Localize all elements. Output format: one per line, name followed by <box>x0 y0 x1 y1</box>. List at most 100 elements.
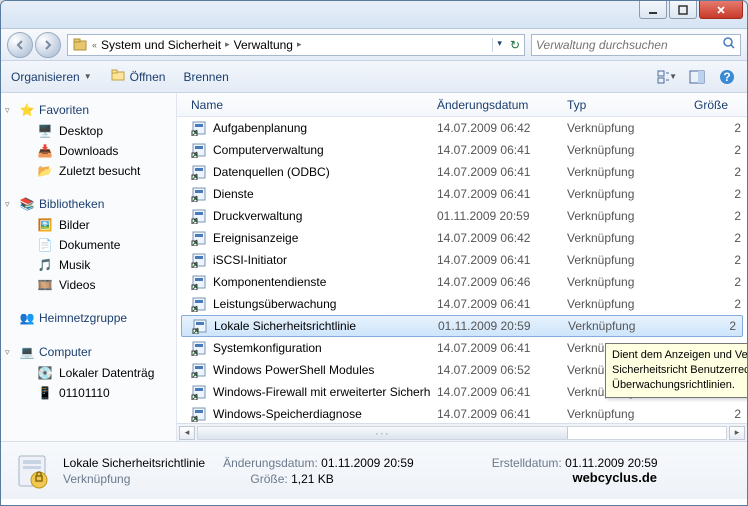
sidebar-computer[interactable]: ▿💻Computer <box>1 341 176 363</box>
shortcut-icon <box>191 120 207 136</box>
tooltip: Dient dem Anzeigen und Verändern von lok… <box>605 343 747 398</box>
sidebar-item-pictures[interactable]: 🖼️Bilder <box>1 215 176 235</box>
forward-button[interactable] <box>35 32 61 58</box>
organize-button[interactable]: Organisieren▼ <box>11 70 92 84</box>
shortcut-icon <box>191 142 207 158</box>
shortcut-icon <box>191 208 207 224</box>
toolbar: Organisieren▼ Öffnen Brennen ▼ ? <box>1 61 747 93</box>
file-date: 14.07.2009 06:41 <box>431 187 561 201</box>
file-row[interactable]: Dienste14.07.2009 06:41Verknüpfung2 <box>177 183 747 205</box>
shortcut-icon <box>192 318 208 334</box>
sidebar-favorites[interactable]: ▿⭐Favoriten <box>1 99 176 121</box>
sidebar-item-downloads[interactable]: 📥Downloads <box>1 141 176 161</box>
preview-pane-button[interactable] <box>687 67 707 87</box>
file-date: 01.11.2009 20:59 <box>431 209 561 223</box>
shortcut-icon <box>191 164 207 180</box>
sidebar-item-music[interactable]: 🎵Musik <box>1 255 176 275</box>
column-headers: Name Änderungsdatum Typ Größe <box>177 93 747 117</box>
sidebar-item-documents[interactable]: 📄Dokumente <box>1 235 176 255</box>
maximize-button[interactable] <box>669 1 697 19</box>
file-name: Druckverwaltung <box>213 209 302 223</box>
file-size: 2 <box>669 231 747 245</box>
search-box[interactable] <box>531 34 741 56</box>
file-size: 2 <box>670 319 742 333</box>
file-name: Dienste <box>213 187 254 201</box>
scroll-track[interactable]: ··· <box>197 426 727 440</box>
file-type: Verknüpfung <box>561 253 669 267</box>
sidebar-homegroup[interactable]: 👥Heimnetzgruppe <box>1 307 176 329</box>
file-size: 2 <box>669 143 747 157</box>
column-name[interactable]: Name <box>185 98 431 112</box>
help-button[interactable]: ? <box>717 67 737 87</box>
sidebar-item-localdisk[interactable]: 💽Lokaler Datenträg <box>1 363 176 383</box>
file-size: 2 <box>669 275 747 289</box>
details-created-label: Erstelldatum: <box>492 456 562 470</box>
sidebar-item-desktop[interactable]: 🖥️Desktop <box>1 121 176 141</box>
file-row[interactable]: Ereignisanzeige14.07.2009 06:42Verknüpfu… <box>177 227 747 249</box>
breadcrumb-seg-2[interactable]: Verwaltung <box>234 38 293 52</box>
open-button[interactable]: Öffnen <box>110 67 166 86</box>
search-icon[interactable] <box>722 36 736 53</box>
file-row[interactable]: Druckverwaltung01.11.2009 20:59Verknüpfu… <box>177 205 747 227</box>
file-row[interactable]: Windows-Speicherdiagnose14.07.2009 06:41… <box>177 403 747 423</box>
column-size[interactable]: Größe <box>669 98 747 112</box>
file-date: 14.07.2009 06:41 <box>431 253 561 267</box>
file-row[interactable]: Lokale Sicherheitsrichtlinie01.11.2009 2… <box>181 315 743 337</box>
file-size: 2 <box>669 187 747 201</box>
file-row[interactable]: Datenquellen (ODBC) 14.07.2009 06:41Verkn… <box>177 161 747 183</box>
view-options-button[interactable]: ▼ <box>657 67 677 87</box>
details-file-icon <box>11 450 53 492</box>
breadcrumb-sep: « <box>92 40 97 50</box>
svg-text:?: ? <box>723 70 730 84</box>
back-button[interactable] <box>7 32 33 58</box>
file-type: Verknüpfung <box>561 165 669 179</box>
details-pane: Lokale Sicherheitsrichtlinie Änderungsda… <box>1 441 747 499</box>
downloads-icon: 📥 <box>37 143 53 159</box>
file-date: 14.07.2009 06:42 <box>431 121 561 135</box>
shortcut-icon <box>191 274 207 290</box>
file-type: Verknüpfung <box>561 297 669 311</box>
file-date: 14.07.2009 06:41 <box>431 165 561 179</box>
refresh-icon[interactable]: ↻ <box>510 38 520 52</box>
details-mod-value: 01.11.2009 20:59 <box>321 456 414 470</box>
file-row[interactable]: Leistungsüberwachung14.07.2009 06:41Verk… <box>177 293 747 315</box>
file-type: Verknüpfung <box>561 143 669 157</box>
file-date: 14.07.2009 06:41 <box>431 385 561 399</box>
details-subtitle: Verknüpfung <box>63 472 130 486</box>
minimize-button[interactable] <box>639 1 667 19</box>
burn-button[interactable]: Brennen <box>183 70 228 84</box>
scroll-left-button[interactable]: ◂ <box>179 426 195 440</box>
file-date: 14.07.2009 06:42 <box>431 231 561 245</box>
shortcut-icon <box>191 230 207 246</box>
shortcut-icon <box>191 362 207 378</box>
scroll-thumb[interactable]: ··· <box>198 427 568 439</box>
scroll-right-button[interactable]: ▸ <box>729 426 745 440</box>
file-row[interactable]: Aufgabenplanung14.07.2009 06:42Verknüpfu… <box>177 117 747 139</box>
file-row[interactable]: Komponentendienste14.07.2009 06:46Verknü… <box>177 271 747 293</box>
file-row[interactable]: Computerverwaltung14.07.2009 06:41Verknü… <box>177 139 747 161</box>
close-button[interactable] <box>699 1 743 19</box>
navigation-pane: ▿⭐Favoriten 🖥️Desktop 📥Downloads 📂Zuletz… <box>1 93 177 441</box>
horizontal-scrollbar[interactable]: ◂ ··· ▸ <box>177 423 747 441</box>
address-bar[interactable]: « System und Sicherheit ▸ Verwaltung ▸ ▾… <box>67 34 525 56</box>
column-type[interactable]: Typ <box>561 98 669 112</box>
search-input[interactable] <box>536 38 718 52</box>
sidebar-item-videos[interactable]: 🎞️Videos <box>1 275 176 295</box>
breadcrumb-seg-1[interactable]: System und Sicherheit <box>101 38 221 52</box>
sidebar-item-phone[interactable]: 📱01101110 <box>1 383 176 403</box>
file-name: Datenquellen (ODBC) <box>213 165 330 179</box>
file-list[interactable]: Aufgabenplanung14.07.2009 06:42Verknüpfu… <box>177 117 747 423</box>
file-size: 2 <box>669 297 747 311</box>
file-size: 2 <box>669 165 747 179</box>
sidebar-libraries[interactable]: ▿📚Bibliotheken <box>1 193 176 215</box>
file-size: 2 <box>669 209 747 223</box>
music-icon: 🎵 <box>37 257 53 273</box>
file-size: 2 <box>669 121 747 135</box>
dropdown-icon[interactable]: ▾ <box>492 38 506 52</box>
file-row[interactable]: iSCSI-Initiator14.07.2009 06:41Verknüpfu… <box>177 249 747 271</box>
file-size: 2 <box>669 253 747 267</box>
details-size-label: Größe: <box>250 472 287 486</box>
homegroup-icon: 👥 <box>19 310 35 326</box>
column-date[interactable]: Änderungsdatum <box>431 98 561 112</box>
sidebar-item-recent[interactable]: 📂Zuletzt besucht <box>1 161 176 181</box>
